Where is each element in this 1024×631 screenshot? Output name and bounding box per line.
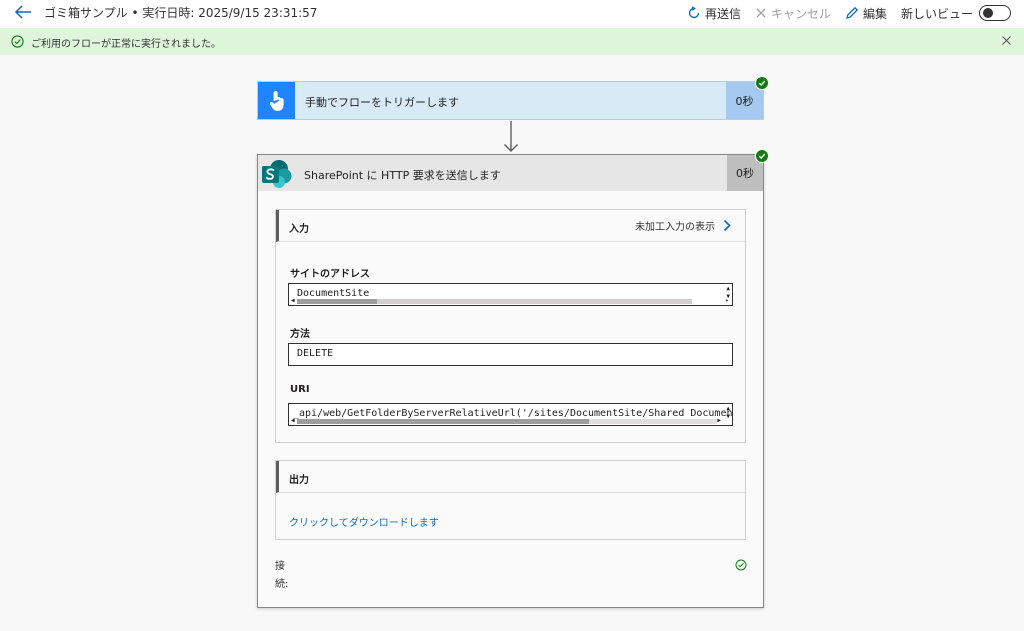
site-address-field[interactable]: DocumentSite ◀ ▸ ▲ ▼ xyxy=(288,283,733,306)
trigger-step-title: 手動でフローをトリガーします xyxy=(305,96,459,109)
scroll-up-icon[interactable]: ▲ xyxy=(726,286,730,292)
scroll-left-icon[interactable]: ◀ xyxy=(291,298,295,304)
check-circle-icon xyxy=(735,559,747,571)
new-view-label: 新しいビュー xyxy=(900,6,973,21)
close-icon[interactable] xyxy=(1001,35,1012,46)
show-raw-inputs-link[interactable]: 未加工入力の表示 xyxy=(635,218,731,233)
banner-message: ご利用のフローが正常に実行されました。 xyxy=(31,39,221,50)
edit-button[interactable]: 編集 xyxy=(845,5,887,22)
flow-arrow-icon xyxy=(504,121,518,152)
close-icon xyxy=(756,8,766,18)
site-address-label: サイトのアドレス xyxy=(290,269,370,280)
top-bar: ゴミ箱サンプル • 実行日時: 2025/9/15 23:31:57 再送信 キ… xyxy=(0,0,1024,26)
refresh-icon xyxy=(688,6,700,19)
uri-field[interactable]: _api/web/GetFolderByServerRelativeUrl('/… xyxy=(288,403,733,426)
scrollbar-thumb[interactable] xyxy=(297,299,377,304)
outputs-panel: 出力 クリックしてダウンロードします xyxy=(275,460,746,540)
action-step-title: SharePoint に HTTP 要求を送信します xyxy=(304,169,501,182)
back-arrow-icon[interactable] xyxy=(12,2,34,22)
toggle-knob xyxy=(983,8,993,18)
show-raw-inputs-label: 未加工入力の表示 xyxy=(635,222,715,233)
scroll-right-icon[interactable]: ▶ xyxy=(717,418,721,424)
chevron-right-icon xyxy=(723,219,731,232)
resubmit-label: 再送信 xyxy=(704,6,741,21)
uri-label: URI xyxy=(290,384,310,395)
method-value: DELETE xyxy=(297,348,334,359)
cancel-button[interactable]: キャンセル xyxy=(755,5,831,22)
inputs-panel: 入力 未加工入力の表示 サイトのアドレス DocumentSite ◀ ▸ ▲ … xyxy=(275,209,746,443)
uri-value: _api/web/GetFolderByServerRelativeUrl('/… xyxy=(293,408,733,419)
download-outputs-link[interactable]: クリックしてダウンロードします xyxy=(289,514,439,529)
cancel-label: キャンセル xyxy=(770,6,831,21)
resubmit-button[interactable]: 再送信 xyxy=(687,5,741,22)
hand-pointer-icon xyxy=(258,82,295,119)
inputs-title: 入力 xyxy=(289,224,309,235)
site-address-value: DocumentSite xyxy=(297,288,370,299)
method-field[interactable]: DELETE xyxy=(288,343,733,366)
outputs-title: 出力 xyxy=(289,475,309,486)
run-title: ゴミ箱サンプル • 実行日時: 2025/9/15 23:31:57 xyxy=(44,6,318,20)
success-check-icon xyxy=(755,76,769,90)
method-label: 方法 xyxy=(290,329,310,340)
scroll-up-icon[interactable]: ▲ xyxy=(726,406,730,412)
horizontal-scrollbar[interactable] xyxy=(297,299,692,304)
trigger-step-card[interactable]: 手動でフローをトリガーします 0秒 xyxy=(257,81,764,120)
new-view-toggle-group: 新しいビュー xyxy=(901,5,1011,22)
sharepoint-icon xyxy=(262,160,292,188)
connection-label: 接続: xyxy=(275,561,289,590)
success-check-icon xyxy=(755,149,769,163)
new-view-toggle[interactable] xyxy=(979,5,1011,21)
sharepoint-action-card: SharePoint に HTTP 要求を送信します 0秒 入力 未加工入力の表… xyxy=(257,154,764,608)
edit-label: 編集 xyxy=(862,6,887,21)
scroll-down-icon[interactable]: ▼ xyxy=(726,414,730,420)
success-banner: ご利用のフローが正常に実行されました。 xyxy=(0,28,1024,55)
scroll-down-icon[interactable]: ▼ xyxy=(726,294,730,300)
check-circle-icon xyxy=(11,35,24,48)
inputs-header: 入力 未加工入力の表示 xyxy=(276,210,745,242)
scroll-left-icon[interactable]: ◀ xyxy=(291,418,295,424)
action-header[interactable]: SharePoint に HTTP 要求を送信します 0秒 xyxy=(258,155,763,191)
pencil-icon xyxy=(846,6,859,19)
outputs-header: 出力 xyxy=(276,461,745,493)
horizontal-scrollbar[interactable] xyxy=(297,419,717,424)
scrollbar-thumb[interactable] xyxy=(297,419,589,424)
